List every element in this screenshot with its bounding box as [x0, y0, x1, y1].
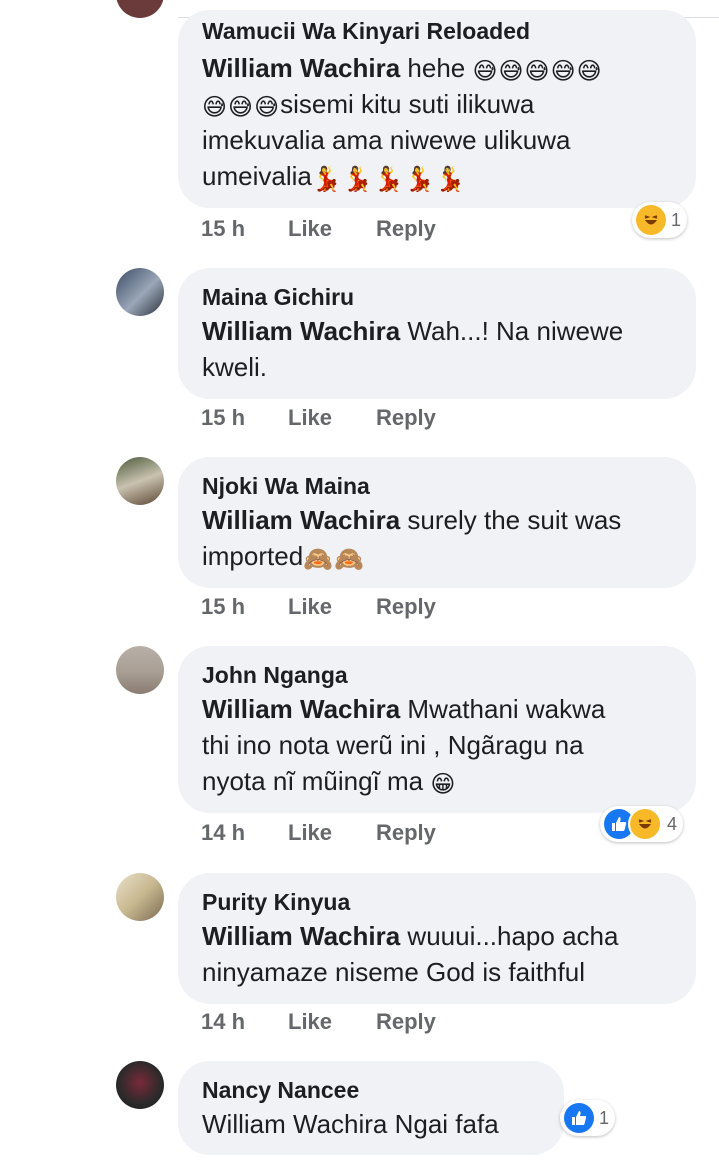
comment-bubble: Maina Gichiru William Wachira Wah...! Na…	[178, 268, 696, 399]
comment-text: William Wachira hehe 😅😅😅😅😅 😅😅😅sisemi kit…	[202, 53, 602, 193]
like-button[interactable]: Like	[288, 820, 332, 846]
like-button[interactable]: Like	[288, 405, 332, 431]
like-reaction-icon	[564, 1103, 594, 1133]
reaction-summary[interactable]: 1	[632, 202, 688, 238]
reaction-summary[interactable]: 4	[600, 806, 684, 842]
haha-reaction-icon	[628, 807, 662, 841]
comment-author[interactable]: John Nganga	[202, 662, 674, 688]
comment-text: William Wachira wuuui...hapo acha ninyam…	[202, 921, 619, 987]
reply-button[interactable]: Reply	[376, 216, 436, 242]
comment-author[interactable]: Purity Kinyua	[202, 889, 674, 915]
comment-bubble: Nancy Nancee William Wachira Ngai fafa	[178, 1061, 564, 1155]
reply-button[interactable]: Reply	[376, 405, 436, 431]
see-no-evil-emoji: 🙈	[303, 546, 334, 573]
comment-author[interactable]: Nancy Nancee	[202, 1077, 542, 1103]
comment-bubble: Wamucii Wa Kinyari Reloaded William Wach…	[178, 10, 696, 208]
see-no-evil-emoji: 🙈	[334, 546, 364, 573]
reaction-summary[interactable]: 1	[560, 1100, 616, 1136]
timestamp[interactable]: 15 h	[201, 594, 245, 620]
mention-link[interactable]: William Wachira	[202, 53, 400, 83]
avatar[interactable]	[116, 268, 164, 316]
grinning-sweat-emoji: 😅	[550, 58, 576, 85]
comment-author[interactable]: Maina Gichiru	[202, 284, 674, 310]
dancer-emoji: 💃	[311, 166, 342, 193]
dancer-emoji: 💃	[342, 166, 373, 193]
avatar[interactable]	[116, 1061, 164, 1109]
comment-text: William Wachira Mwathani wakwa thi ino n…	[202, 694, 606, 798]
mention-link[interactable]: William Wachira	[202, 505, 400, 535]
comment-bubble: John Nganga William Wachira Mwathani wak…	[178, 646, 696, 813]
grinning-emoji: 😁	[430, 771, 456, 798]
comment-bubble: Purity Kinyua William Wachira wuuui...ha…	[178, 873, 696, 1004]
grinning-sweat-emoji: 😅	[228, 94, 254, 121]
comment-text: William Wachira surely the suit was impo…	[202, 505, 622, 573]
grinning-sweat-emoji: 😅	[202, 94, 228, 121]
timestamp[interactable]: 15 h	[201, 216, 245, 242]
avatar[interactable]	[116, 0, 164, 18]
reply-button[interactable]: Reply	[376, 820, 436, 846]
timestamp[interactable]: 14 h	[201, 1009, 245, 1035]
dancer-emoji: 💃	[435, 166, 466, 193]
comment-text: William Wachira Ngai fafa	[202, 1109, 499, 1139]
comment-author[interactable]: Wamucii Wa Kinyari Reloaded	[202, 18, 674, 44]
avatar[interactable]	[116, 873, 164, 921]
like-button[interactable]: Like	[288, 216, 332, 242]
comment-bubble: Njoki Wa Maina William Wachira surely th…	[178, 457, 696, 588]
reply-button[interactable]: Reply	[376, 1009, 436, 1035]
comment-author[interactable]: Njoki Wa Maina	[202, 473, 674, 499]
reaction-count: 4	[667, 813, 678, 834]
grinning-sweat-emoji: 😅	[576, 58, 602, 85]
like-button[interactable]: Like	[288, 1009, 332, 1035]
reply-button[interactable]: Reply	[376, 594, 436, 620]
dancer-emoji: 💃	[373, 166, 404, 193]
mention-link[interactable]: William Wachira	[202, 921, 400, 951]
grinning-sweat-emoji: 😅	[472, 58, 498, 85]
timestamp[interactable]: 14 h	[201, 820, 245, 846]
avatar[interactable]	[116, 457, 164, 505]
grinning-sweat-emoji: 😅	[498, 58, 524, 85]
dancer-emoji: 💃	[404, 166, 435, 193]
like-button[interactable]: Like	[288, 594, 332, 620]
timestamp[interactable]: 15 h	[201, 405, 245, 431]
avatar[interactable]	[116, 646, 164, 694]
grinning-sweat-emoji: 😅	[254, 94, 280, 121]
grinning-sweat-emoji: 😅	[524, 58, 550, 85]
haha-reaction-icon	[636, 205, 666, 235]
comment-text: William Wachira Wah...! Na niwewe kweli.	[202, 316, 624, 382]
mention-link[interactable]: William Wachira	[202, 316, 400, 346]
reaction-count: 1	[599, 1107, 610, 1128]
reaction-count: 1	[671, 209, 682, 230]
mention-text[interactable]: William Wachira	[202, 1109, 387, 1139]
mention-link[interactable]: William Wachira	[202, 694, 400, 724]
